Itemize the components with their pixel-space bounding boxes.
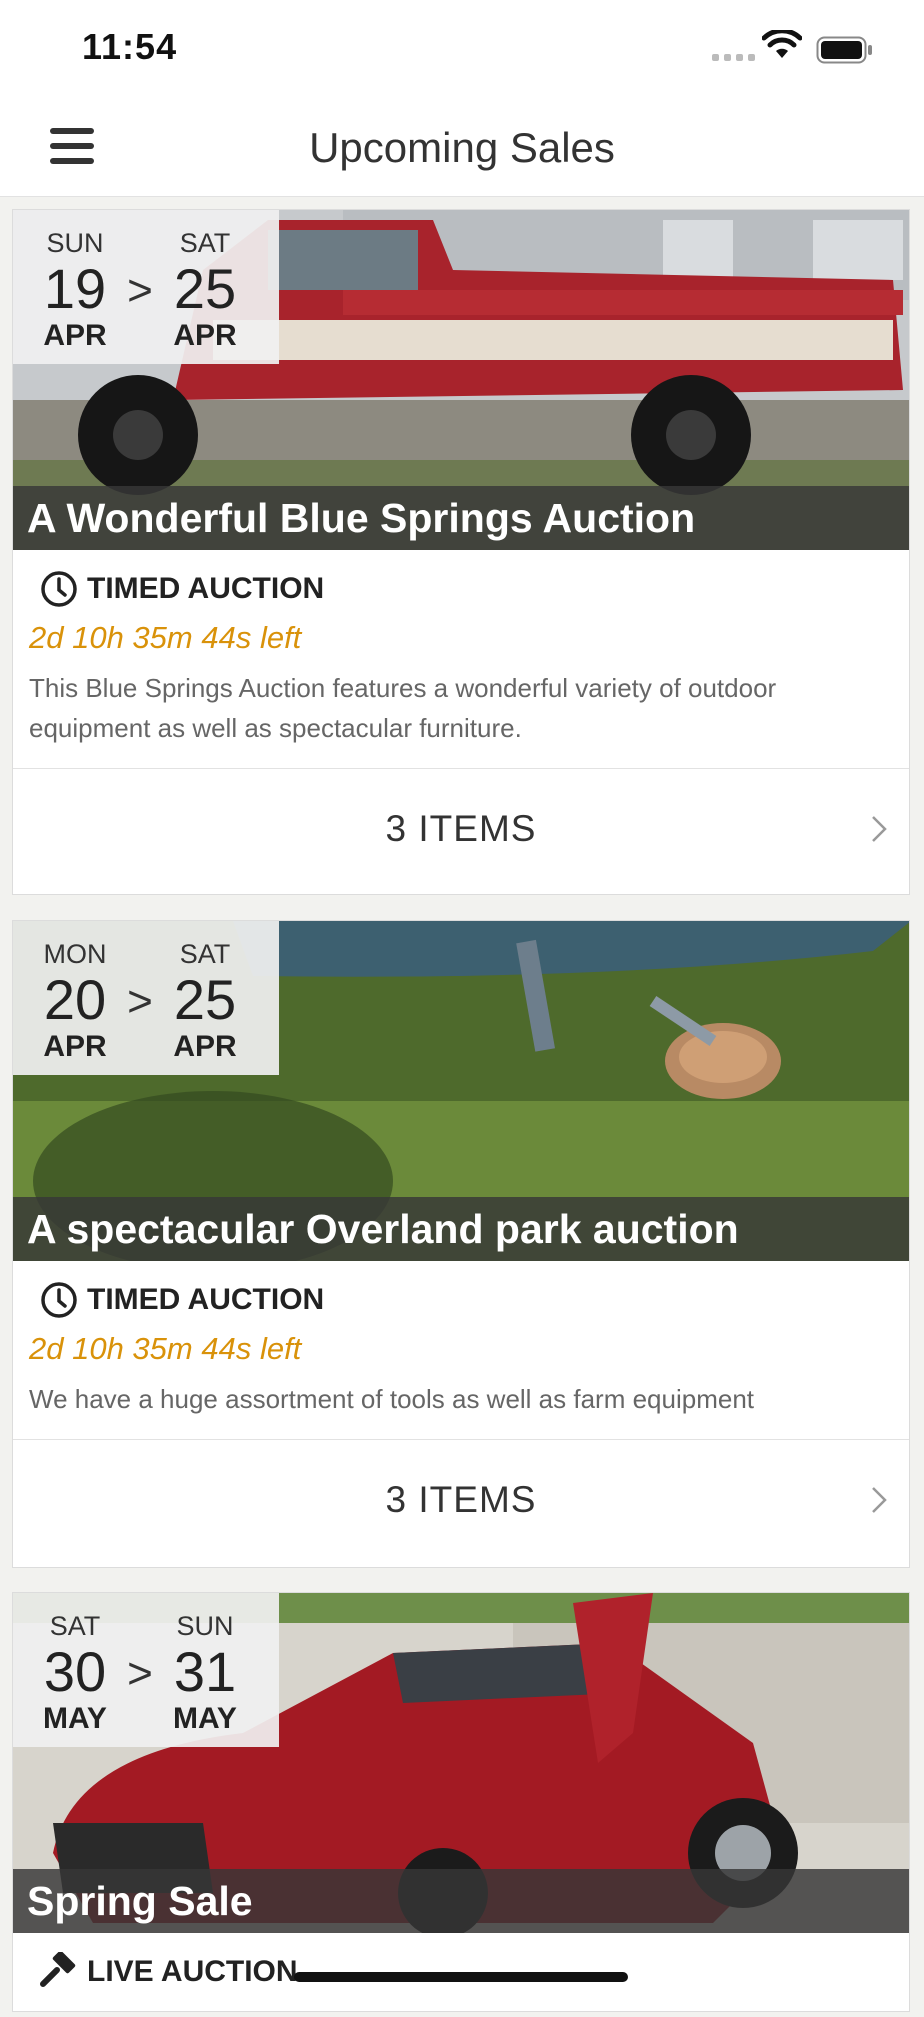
- date-badge: SUN 19 APR > SAT 25 APR: [13, 210, 279, 364]
- sale-details: TIMED AUCTION 2d 10h 35m 44s left This B…: [13, 550, 909, 768]
- wifi-icon: [762, 30, 802, 58]
- start-date: SAT 30 MAY: [23, 1605, 127, 1736]
- items-button[interactable]: 3 ITEMS: [13, 768, 909, 889]
- start-month: MAY: [43, 1701, 107, 1735]
- end-day: 25: [173, 256, 237, 320]
- start-month: APR: [43, 1029, 107, 1063]
- end-month: MAY: [173, 1701, 237, 1735]
- chevron-right-icon: [872, 1487, 887, 1513]
- auction-type-label: TIMED AUCTION: [87, 572, 325, 605]
- start-month: APR: [43, 318, 107, 352]
- end-day-of-week: SAT: [179, 938, 231, 969]
- hamburger-menu-icon[interactable]: [50, 128, 94, 168]
- items-count: 3 ITEMS: [385, 1479, 537, 1520]
- end-date: SUN 31 MAY: [153, 1605, 257, 1736]
- end-day-of-week: SAT: [179, 227, 231, 258]
- start-day: 30: [43, 1639, 107, 1703]
- end-month: APR: [173, 1029, 237, 1063]
- date-range-arrow: >: [127, 1649, 153, 1698]
- end-date: SAT 25 APR: [153, 933, 257, 1064]
- sale-image[interactable]: SUN 19 APR > SAT 25 APR A Wonderful Blue…: [13, 210, 909, 550]
- date-badge: MON 20 APR > SAT 25 APR: [13, 921, 279, 1075]
- start-date: MON 20 APR: [23, 933, 127, 1064]
- end-day-of-week: SUN: [176, 1610, 234, 1641]
- status-bar: 11:54: [0, 0, 924, 100]
- status-time: 11:54: [82, 26, 178, 67]
- sale-title[interactable]: Spring Sale: [13, 1869, 909, 1933]
- auction-type: TIMED AUCTION: [29, 564, 893, 614]
- end-day: 31: [173, 1639, 237, 1703]
- navigation-bar: Upcoming Sales: [0, 100, 924, 197]
- auction-type-label: TIMED AUCTION: [87, 1283, 325, 1316]
- end-day: 25: [173, 967, 237, 1031]
- sale-title[interactable]: A Wonderful Blue Springs Auction: [13, 486, 909, 550]
- end-date: SAT 25 APR: [153, 222, 257, 353]
- items-count: 3 ITEMS: [385, 808, 537, 849]
- start-date: SUN 19 APR: [23, 222, 127, 353]
- home-indicator[interactable]: [294, 1972, 628, 1982]
- sale-image[interactable]: SAT 30 MAY > SUN 31 MAY Spring Sale: [13, 1593, 909, 1933]
- date-range-arrow: >: [127, 266, 153, 315]
- start-day-of-week: SUN: [46, 227, 104, 258]
- time-remaining: 2d 10h 35m 44s left: [29, 1331, 302, 1366]
- sale-description: We have a huge assortment of tools as we…: [29, 1384, 755, 1414]
- sale-title[interactable]: A spectacular Overland park auction: [13, 1197, 909, 1261]
- items-button[interactable]: 3 ITEMS: [13, 1439, 909, 1560]
- date-range-arrow: >: [127, 977, 153, 1026]
- sale-details: TIMED AUCTION 2d 10h 35m 44s left We hav…: [13, 1261, 909, 1439]
- battery-icon: [816, 36, 872, 64]
- sale-card[interactable]: SUN 19 APR > SAT 25 APR A Wonderful Blue…: [12, 209, 910, 895]
- end-month: APR: [173, 318, 237, 352]
- gavel-icon: [40, 1952, 76, 1987]
- sale-description: This Blue Springs Auction features a won…: [29, 673, 777, 743]
- page-title: Upcoming Sales: [309, 124, 615, 171]
- chevron-right-icon: [872, 816, 887, 842]
- clock-icon: [41, 1282, 77, 1318]
- time-remaining: 2d 10h 35m 44s left: [29, 620, 302, 655]
- start-day: 19: [43, 256, 107, 320]
- sale-image[interactable]: MON 20 APR > SAT 25 APR A spectacular Ov…: [13, 921, 909, 1261]
- start-day-of-week: SAT: [49, 1610, 101, 1641]
- clock-icon: [41, 571, 77, 607]
- sale-card[interactable]: MON 20 APR > SAT 25 APR A spectacular Ov…: [12, 920, 910, 1568]
- auction-type-label: LIVE AUCTION: [87, 1955, 298, 1988]
- signal-icon: [712, 54, 755, 61]
- start-day: 20: [43, 967, 107, 1031]
- date-badge: SAT 30 MAY > SUN 31 MAY: [13, 1593, 279, 1747]
- auction-type: TIMED AUCTION: [29, 1275, 893, 1325]
- start-day-of-week: MON: [43, 938, 107, 969]
- sale-card[interactable]: SAT 30 MAY > SUN 31 MAY Spring Sale LIVE…: [12, 1592, 910, 2012]
